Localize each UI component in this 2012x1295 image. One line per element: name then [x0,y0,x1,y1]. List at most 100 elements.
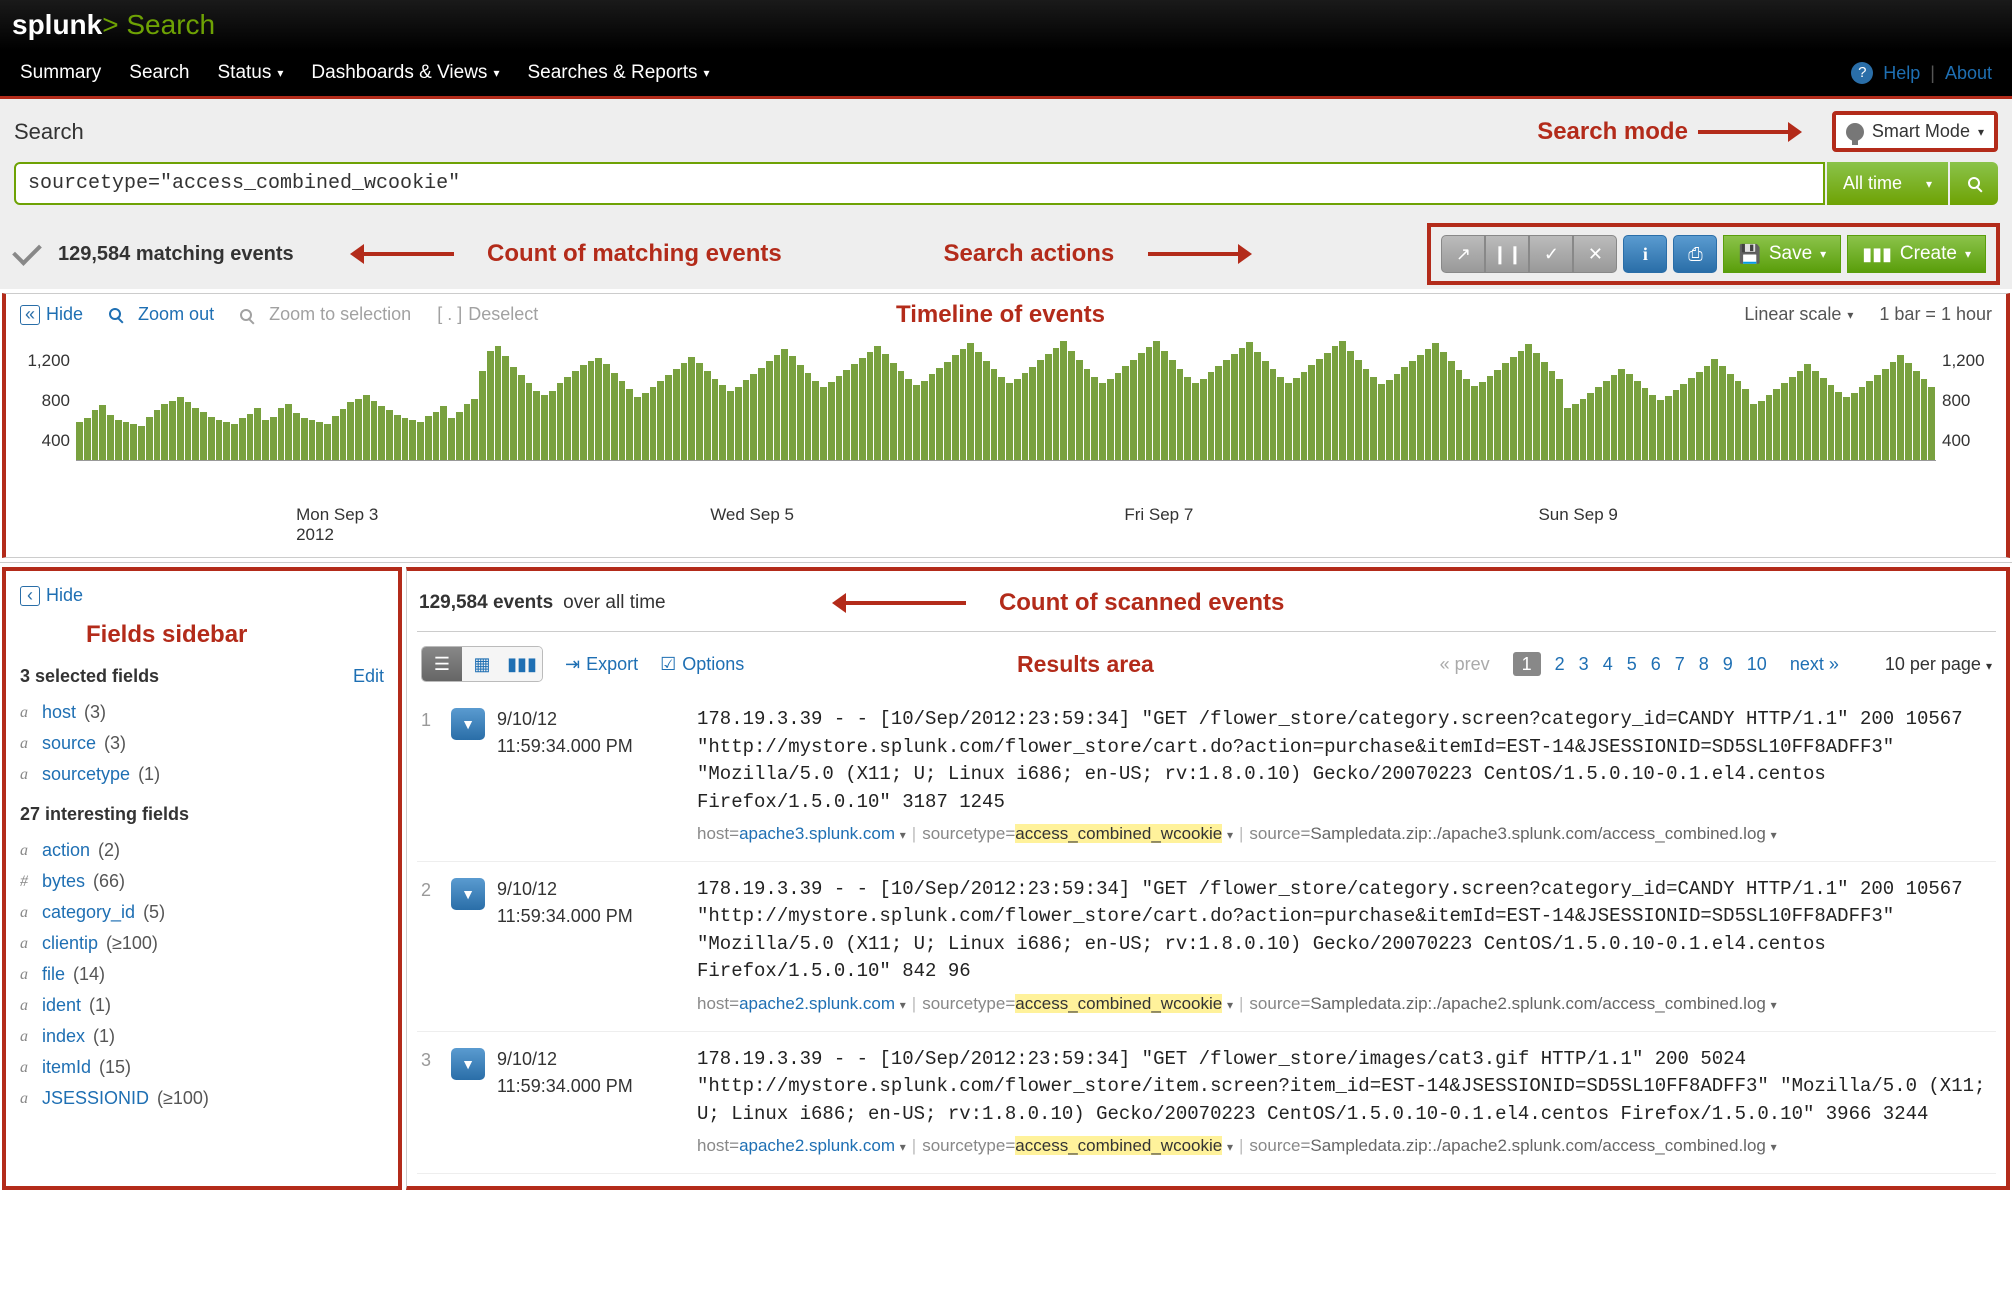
pager-page[interactable]: 6 [1651,654,1661,674]
event-expand-button[interactable]: ▼ [451,708,485,740]
view-table-button[interactable]: ▦ [462,647,502,681]
matching-events-count: 129,584 matching events [58,243,294,266]
pager-page[interactable]: 5 [1627,654,1637,674]
about-link[interactable]: About [1945,63,1992,84]
field-item[interactable]: ahost (3) [20,697,384,728]
caret-down-icon[interactable]: ▾ [1771,828,1777,842]
pager-page[interactable]: 8 [1699,654,1709,674]
timeline-deselect[interactable]: [ . ] Deselect [437,304,538,325]
job-cancel-button[interactable]: ✕ [1573,235,1617,273]
nav-search[interactable]: Search [129,62,189,84]
field-item[interactable]: aitemId (15) [20,1052,384,1083]
x-tick-label: Fri Sep 7 [1124,505,1193,525]
caret-down-icon: ▾ [277,66,283,80]
search-input[interactable]: sourcetype="access_combined_wcookie" [14,162,1825,205]
timeline-zoom-selection[interactable]: Zoom to selection [240,304,411,325]
job-finalize-button[interactable]: ✓ [1529,235,1573,273]
event-raw: 178.19.3.39 - - [10/Sep/2012:23:59:34] "… [697,1046,1992,1159]
pager: « prev 123456789 10 next » 10 per page ▾ [1440,654,1992,675]
job-inspect-button[interactable]: i [1623,235,1667,273]
options-icon: ☑ [660,654,676,675]
export-button[interactable]: ⇥Export [565,654,638,675]
field-item[interactable]: aaction (2) [20,835,384,866]
help-link[interactable]: Help [1883,63,1920,84]
field-item[interactable]: aindex (1) [20,1021,384,1052]
event-host[interactable]: apache3.splunk.com [739,824,895,843]
app-header: splunk> Search [0,0,2012,50]
view-chart-button[interactable]: ▮▮▮ [502,647,542,681]
event-expand-button[interactable]: ▼ [451,1048,485,1080]
pager-page[interactable]: 9 [1723,654,1733,674]
save-button[interactable]: 💾Save ▾ [1723,235,1841,273]
event-sourcetype[interactable]: access_combined_wcookie [1015,1136,1222,1155]
pager-page[interactable]: 3 [1579,654,1589,674]
nav-dashboards[interactable]: Dashboards & Views ▾ [311,62,499,84]
event-sourcetype[interactable]: access_combined_wcookie [1015,994,1222,1013]
job-pause-button[interactable]: ❙❙ [1485,235,1529,273]
annotation-search-mode: Search mode [1537,118,1814,146]
edit-fields-link[interactable]: Edit [353,666,384,687]
annotation-scanned-count: Count of scanned events [846,589,1285,617]
timeline-zoom-out[interactable]: Zoom out [109,304,214,325]
timeline-y-axis-right: 400 800 1,200 [1936,341,1992,461]
caret-down-icon: ▾ [704,66,710,80]
brand-logo: splunk> Search [8,9,215,41]
pager-page[interactable]: 2 [1555,654,1565,674]
caret-down-icon[interactable]: ▾ [900,998,906,1012]
pager-page[interactable]: 1 [1513,652,1541,676]
field-item[interactable]: asource (3) [20,728,384,759]
per-page-dropdown[interactable]: 10 per page ▾ [1885,654,1992,675]
search-mode-dropdown[interactable]: Smart Mode ▾ [1832,111,1998,152]
job-popout-button[interactable]: ↗ [1441,235,1485,273]
nav-searches-reports[interactable]: Searches & Reports ▾ [527,62,709,84]
field-type-icon: a [20,1090,34,1108]
annotation-fields-sidebar: Fields sidebar [86,621,247,649]
timeline-bars[interactable] [76,341,1936,461]
field-item[interactable]: aJSESSIONID (≥100) [20,1083,384,1114]
event-source[interactable]: Sampledata.zip:./apache3.splunk.com/acce… [1310,824,1766,843]
caret-down-icon[interactable]: ▾ [1771,1140,1777,1154]
x-tick-label: Mon Sep 32012 [296,505,378,545]
info-icon: i [1643,244,1648,265]
field-item[interactable]: acategory_id (5) [20,897,384,928]
pager-page[interactable]: 4 [1603,654,1613,674]
pause-icon: ❙❙ [1492,244,1522,265]
view-list-button[interactable]: ☰ [422,647,462,681]
timeline-hide-button[interactable]: «Hide [20,304,83,325]
search-icon [1968,177,1980,189]
event-expand-button[interactable]: ▼ [451,878,485,910]
run-search-button[interactable] [1950,162,1998,205]
export-icon: ⇥ [565,654,580,675]
sidebar-hide-button[interactable]: ‹Hide [20,585,384,606]
results-panel: 129,584 events over all time Count of sc… [406,567,2010,1190]
caret-down-icon: ▾ [493,66,499,80]
timeline-scale-dropdown[interactable]: Linear scale ▾ [1744,304,1853,325]
event-sourcetype[interactable]: access_combined_wcookie [1015,824,1222,843]
pager-page[interactable]: 10 [1747,654,1767,674]
check-icon: ✓ [1544,244,1559,265]
pager-page[interactable]: 7 [1675,654,1685,674]
event-source[interactable]: Sampledata.zip:./apache2.splunk.com/acce… [1310,994,1766,1013]
nav-summary[interactable]: Summary [20,62,101,84]
field-item[interactable]: aclientip (≥100) [20,928,384,959]
time-range-picker[interactable]: All time▾ [1827,162,1948,205]
field-item[interactable]: asourcetype (1) [20,759,384,790]
pager-prev[interactable]: « prev [1440,654,1490,675]
print-button[interactable]: ⎙ [1673,235,1717,273]
create-button[interactable]: ▮▮▮Create ▾ [1847,235,1986,273]
caret-down-icon[interactable]: ▾ [1771,998,1777,1012]
scanned-events-range: over all time [563,592,665,614]
field-item[interactable]: afile (14) [20,959,384,990]
field-item[interactable]: aident (1) [20,990,384,1021]
nav-status[interactable]: Status ▾ [218,62,284,84]
event-host[interactable]: apache2.splunk.com [739,1136,895,1155]
event-row: 2▼9/10/1211:59:34.000 PM178.19.3.39 - - … [417,862,1996,1032]
event-host[interactable]: apache2.splunk.com [739,994,895,1013]
options-button[interactable]: ☑Options [660,654,744,675]
caret-down-icon[interactable]: ▾ [900,828,906,842]
field-item[interactable]: #bytes (66) [20,866,384,897]
event-source[interactable]: Sampledata.zip:./apache2.splunk.com/acce… [1310,1136,1766,1155]
pager-next[interactable]: next » [1790,654,1839,675]
caret-down-icon[interactable]: ▾ [900,1140,906,1154]
event-number: 2 [421,876,451,1017]
